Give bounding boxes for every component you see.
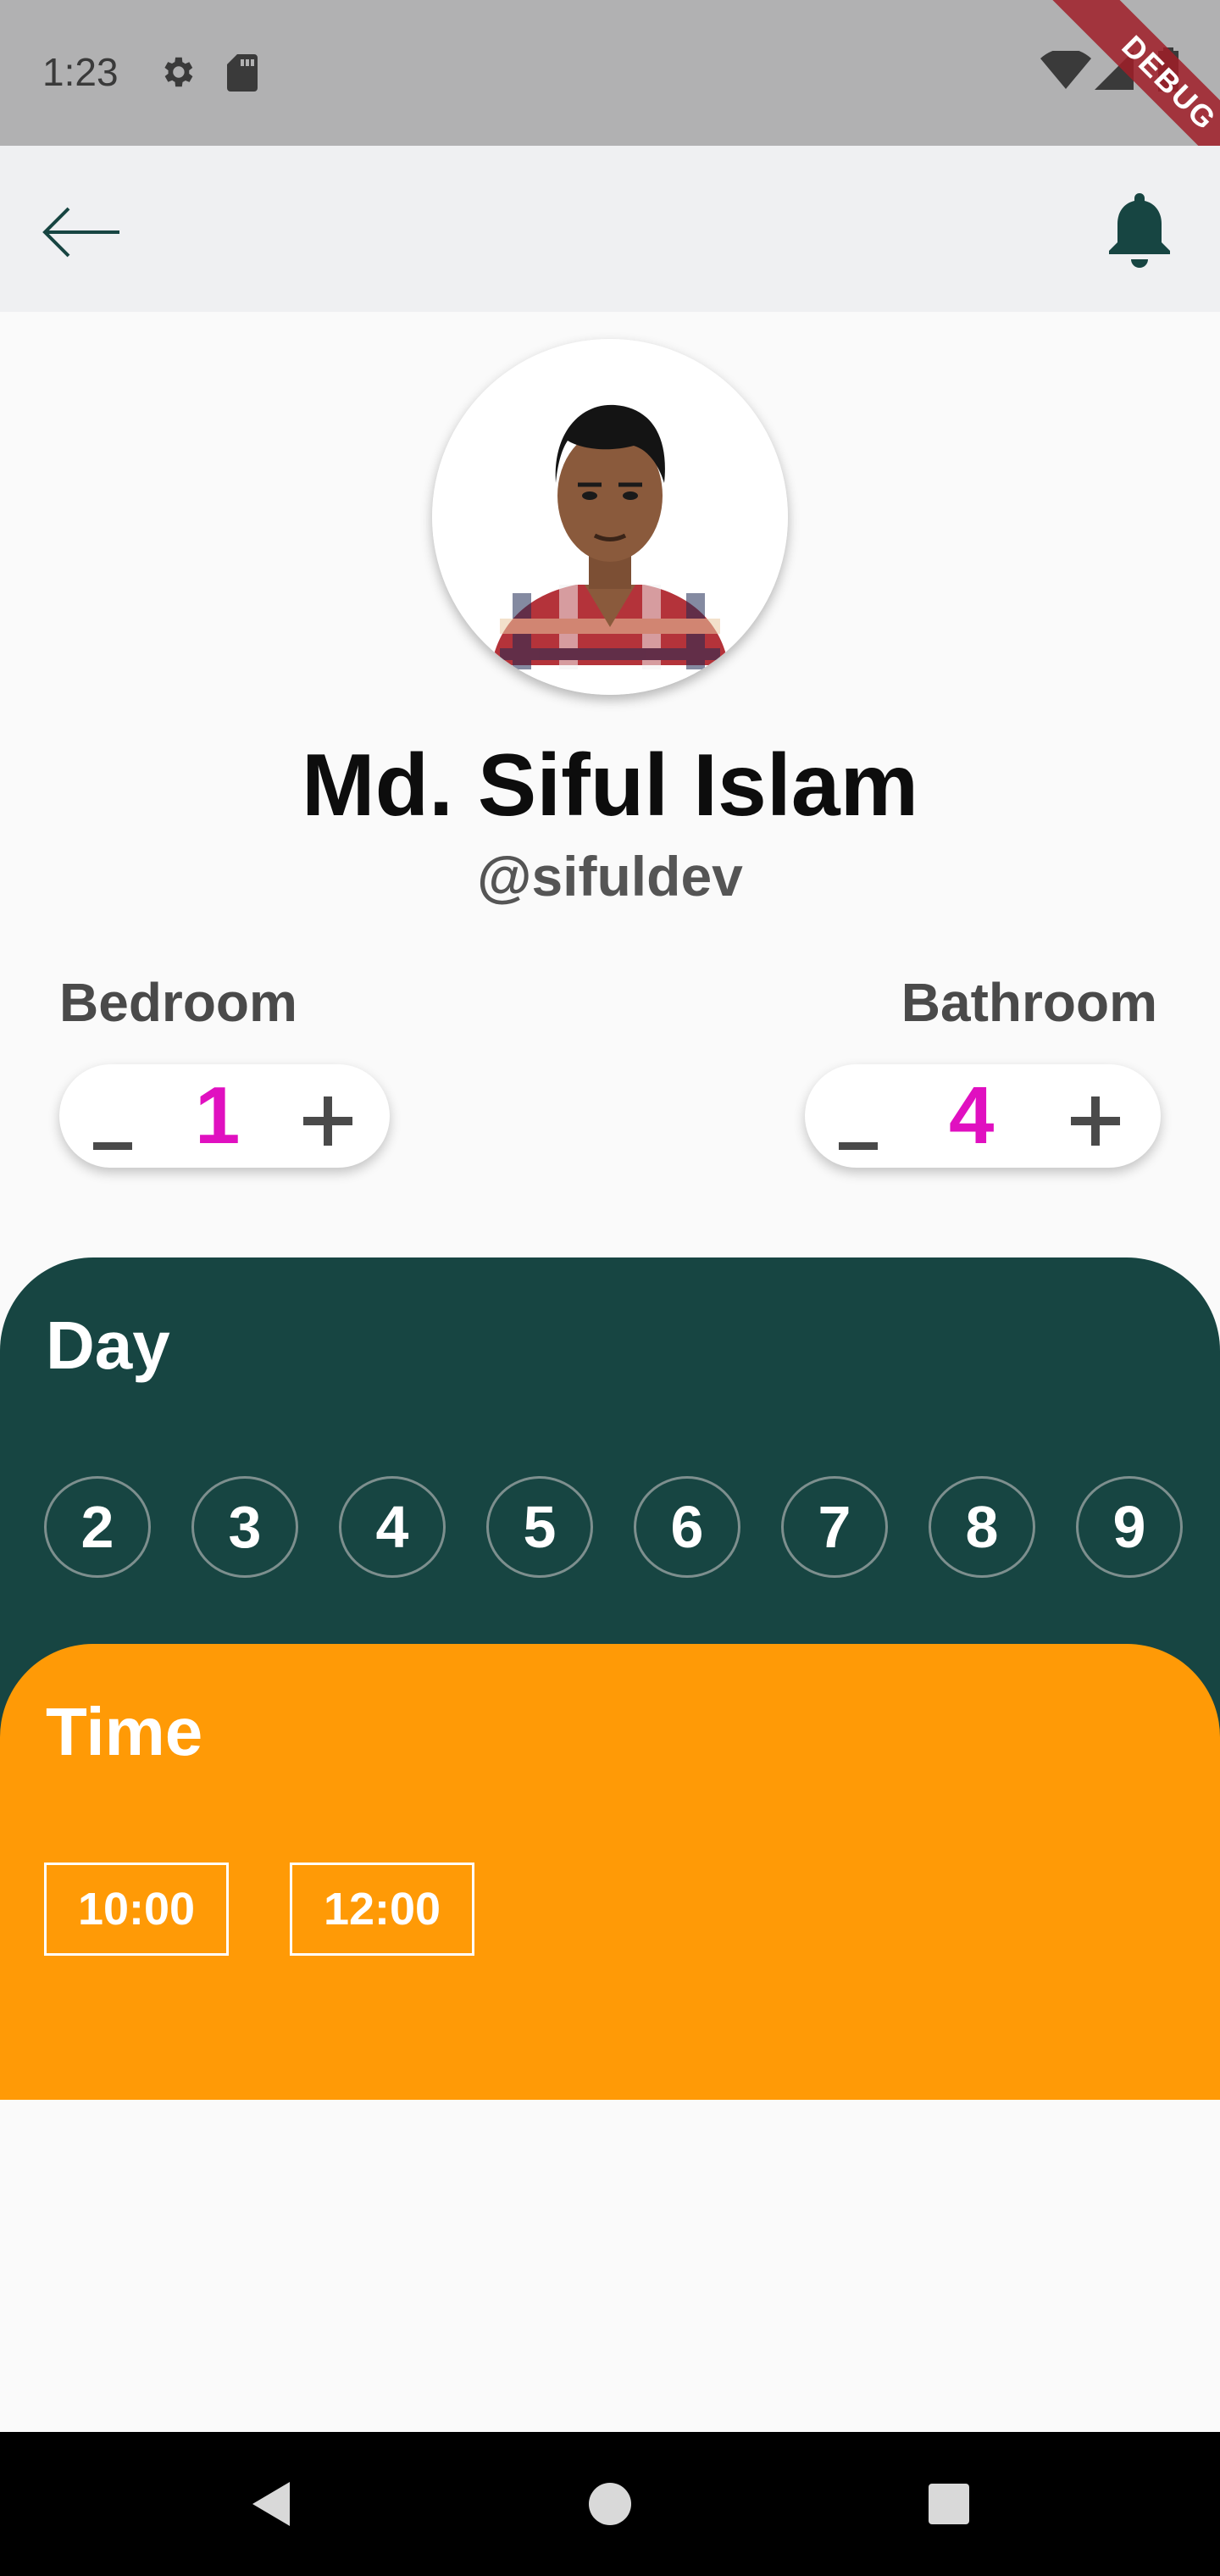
- notifications-button[interactable]: [1093, 180, 1186, 281]
- bedroom-increment-button[interactable]: [300, 1090, 356, 1146]
- time-panel: Time 10:00 12:00: [0, 1644, 1220, 2100]
- status-time: 1:23: [42, 50, 119, 94]
- bedroom-decrement-button[interactable]: [85, 1103, 141, 1159]
- day-chip[interactable]: 6: [634, 1476, 740, 1578]
- status-bar: 1:23 DEBUG: [0, 0, 1220, 208]
- signal-icon: [1095, 51, 1134, 90]
- battery-icon: [1158, 47, 1178, 92]
- minus-icon: [93, 1141, 132, 1150]
- settings-gear-icon: [164, 57, 193, 87]
- day-chip[interactable]: 7: [781, 1476, 888, 1578]
- bathroom-increment-button[interactable]: [1068, 1090, 1123, 1146]
- app-bar: [0, 146, 1220, 312]
- system-nav-bar: [0, 2432, 1220, 2576]
- user-handle: @sifuldev: [477, 845, 743, 908]
- nav-home-button[interactable]: [551, 2432, 669, 2576]
- day-chip[interactable]: 9: [1076, 1476, 1183, 1578]
- time-title: Time: [46, 1694, 203, 1769]
- nav-home-icon: [589, 2483, 631, 2525]
- sd-card-icon: [227, 54, 258, 92]
- avatar: [432, 339, 788, 695]
- wifi-icon: [1040, 51, 1091, 89]
- bedroom-count: 1: [195, 1070, 241, 1161]
- time-list: 10:00 12:00: [44, 1863, 474, 1956]
- back-button[interactable]: [34, 190, 127, 275]
- nav-back-icon: [252, 2482, 290, 2526]
- arrow-left-icon: [42, 207, 119, 258]
- bell-icon: [1109, 193, 1170, 268]
- bathroom-decrement-button[interactable]: [830, 1103, 886, 1159]
- bedroom-stepper: 1: [59, 1064, 390, 1168]
- nav-back-button[interactable]: [212, 2432, 330, 2576]
- nav-recents-icon: [929, 2484, 969, 2524]
- time-chip[interactable]: 12:00: [290, 1863, 474, 1956]
- day-list: 2 3 4 5 6 7 8 9: [44, 1476, 1183, 1578]
- day-title: Day: [46, 1307, 170, 1383]
- day-chip[interactable]: 5: [486, 1476, 593, 1578]
- day-chip[interactable]: 8: [929, 1476, 1035, 1578]
- bathroom-label: Bathroom: [901, 972, 1157, 1033]
- bathroom-stepper: 4: [805, 1064, 1161, 1168]
- day-chip[interactable]: 2: [44, 1476, 151, 1578]
- day-chip[interactable]: 4: [339, 1476, 446, 1578]
- profile-photo: [432, 339, 788, 695]
- bathroom-count: 4: [949, 1070, 995, 1161]
- day-chip[interactable]: 3: [191, 1476, 298, 1578]
- nav-recents-button[interactable]: [890, 2432, 1008, 2576]
- user-name: Md. Siful Islam: [301, 736, 919, 835]
- bedroom-label: Bedroom: [59, 972, 297, 1033]
- time-chip[interactable]: 10:00: [44, 1863, 229, 1956]
- minus-icon: [839, 1141, 878, 1150]
